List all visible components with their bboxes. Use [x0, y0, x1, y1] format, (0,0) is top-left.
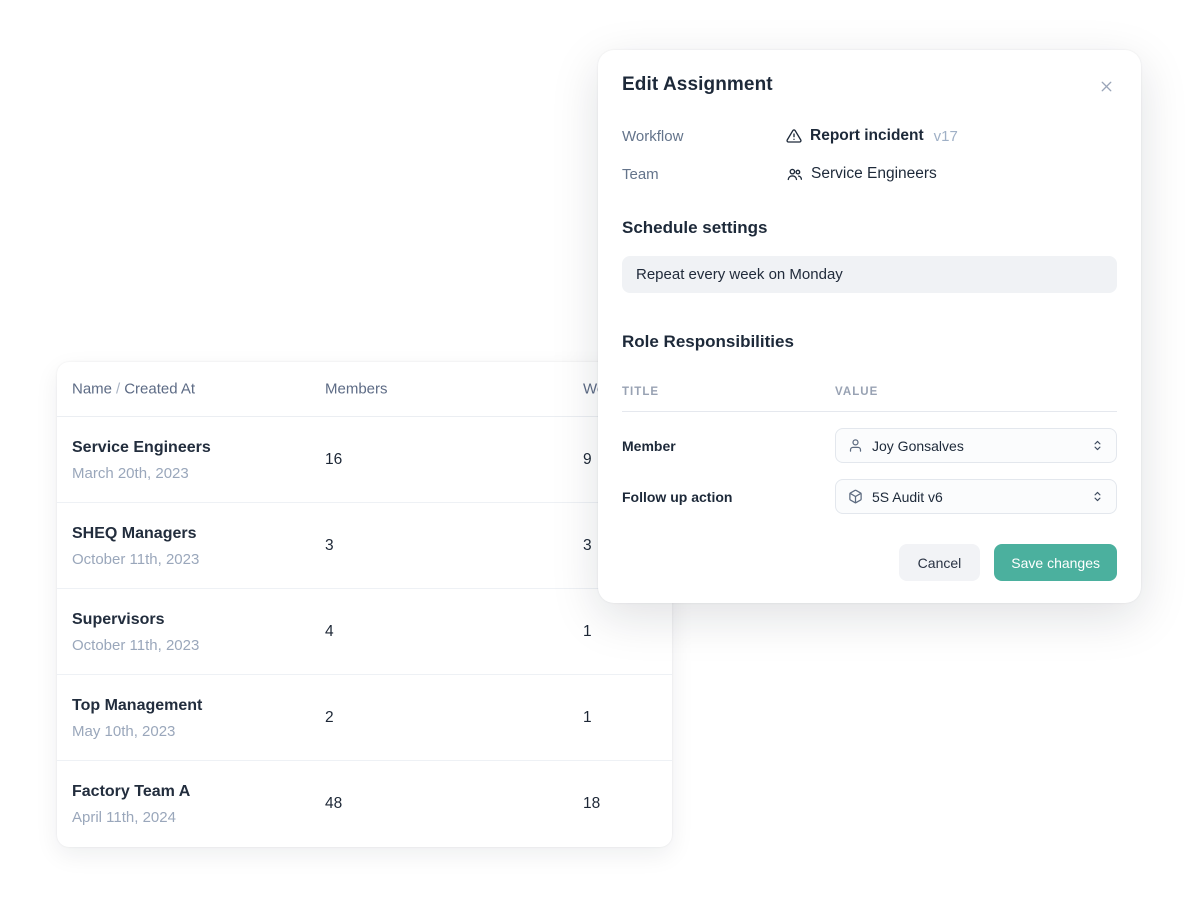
team-name: SHEQ Managers: [72, 525, 197, 542]
team-created-date: May 10th, 2023: [72, 723, 176, 740]
member-select[interactable]: Joy Gonsalves: [835, 428, 1117, 463]
cancel-button[interactable]: Cancel: [898, 544, 981, 581]
column-header-created-at: Created At: [124, 380, 196, 398]
follow-up-action-field-label: Follow up action: [622, 488, 733, 505]
table-row[interactable]: Top Management May 10th, 2023 2 1: [57, 675, 672, 761]
team-name: Top Management: [72, 697, 203, 714]
workflow-value: Report incident: [810, 127, 924, 144]
column-divider: [622, 411, 1117, 412]
team-workflows-count: 18: [583, 795, 601, 812]
column-header-name: Name: [72, 380, 113, 398]
team-workflows-count: 3: [583, 536, 592, 554]
schedule-settings-heading: Schedule settings: [622, 218, 768, 237]
team-created-date: October 11th, 2023: [72, 637, 200, 654]
team-label: Team: [622, 165, 659, 183]
team-workflows-count: 9: [583, 450, 592, 468]
column-header-name-created[interactable]: Name / Created At: [72, 381, 195, 398]
table-row[interactable]: Service Engineers March 20th, 2023 16 9: [57, 417, 672, 503]
team-members-count: 4: [325, 622, 334, 640]
workflow-row: Workflow Report incident v17: [622, 127, 1117, 145]
value-column-header: VALUE: [835, 386, 879, 398]
edit-assignment-modal: Edit Assignment Workflow Report incident…: [598, 50, 1141, 603]
team-members-count: 3: [325, 536, 334, 554]
workflow-version-badge: v17: [933, 127, 958, 145]
schedule-summary-text: Repeat every week on Monday: [636, 266, 843, 283]
follow-up-action-field-row: Follow up action 5S Audit v6: [622, 479, 1117, 514]
team-members-count: 2: [325, 708, 334, 726]
save-changes-button[interactable]: Save changes: [994, 544, 1117, 581]
team-created-date: March 20th, 2023: [72, 465, 189, 482]
table-row[interactable]: Supervisors October 11th, 2023 4 1: [57, 589, 672, 675]
team-created-date: October 11th, 2023: [72, 551, 200, 568]
table-row[interactable]: Factory Team A April 11th, 2024 48 18: [57, 761, 672, 847]
team-name: Service Engineers: [72, 439, 211, 456]
box-icon: [848, 489, 863, 504]
user-icon: [848, 438, 863, 453]
member-select-value: Joy Gonsalves: [872, 437, 964, 454]
column-header-members[interactable]: Members: [325, 381, 388, 398]
column-header-separator: /: [116, 380, 121, 398]
team-value: Service Engineers: [811, 165, 937, 182]
schedule-summary-box[interactable]: Repeat every week on Monday: [622, 256, 1117, 293]
team-members-count: 16: [325, 450, 343, 468]
follow-up-action-select[interactable]: 5S Audit v6: [835, 479, 1117, 514]
close-icon[interactable]: [1096, 76, 1117, 97]
table-row[interactable]: SHEQ Managers October 11th, 2023 3 3: [57, 503, 672, 589]
team-name: Factory Team A: [72, 783, 191, 800]
teams-table-card: Name/Created At Members Workflows Servic…: [57, 362, 672, 847]
chevron-up-down-icon: [1091, 439, 1104, 452]
table-header-row: Name/Created At Members Workflows: [57, 362, 672, 417]
chevron-up-down-icon: [1091, 490, 1104, 503]
follow-up-action-select-value: 5S Audit v6: [872, 488, 943, 505]
team-workflows-count: 1: [583, 622, 592, 640]
member-field-label: Member: [622, 437, 676, 454]
modal-title: Edit Assignment: [622, 74, 773, 95]
member-field-row: Member Joy Gonsalves: [622, 428, 1117, 463]
team-row: Team Service Engineers: [622, 165, 1117, 183]
workflow-label: Workflow: [622, 127, 684, 145]
team-created-date: April 11th, 2024: [72, 809, 176, 826]
team-name: Supervisors: [72, 611, 165, 628]
title-column-header: TITLE: [622, 386, 660, 398]
team-members-count: 48: [325, 795, 343, 812]
alert-triangle-icon: [786, 128, 802, 144]
team-workflows-count: 1: [583, 708, 592, 726]
team-icon: [786, 166, 803, 183]
role-responsibilities-heading: Role Responsibilities: [622, 332, 794, 351]
